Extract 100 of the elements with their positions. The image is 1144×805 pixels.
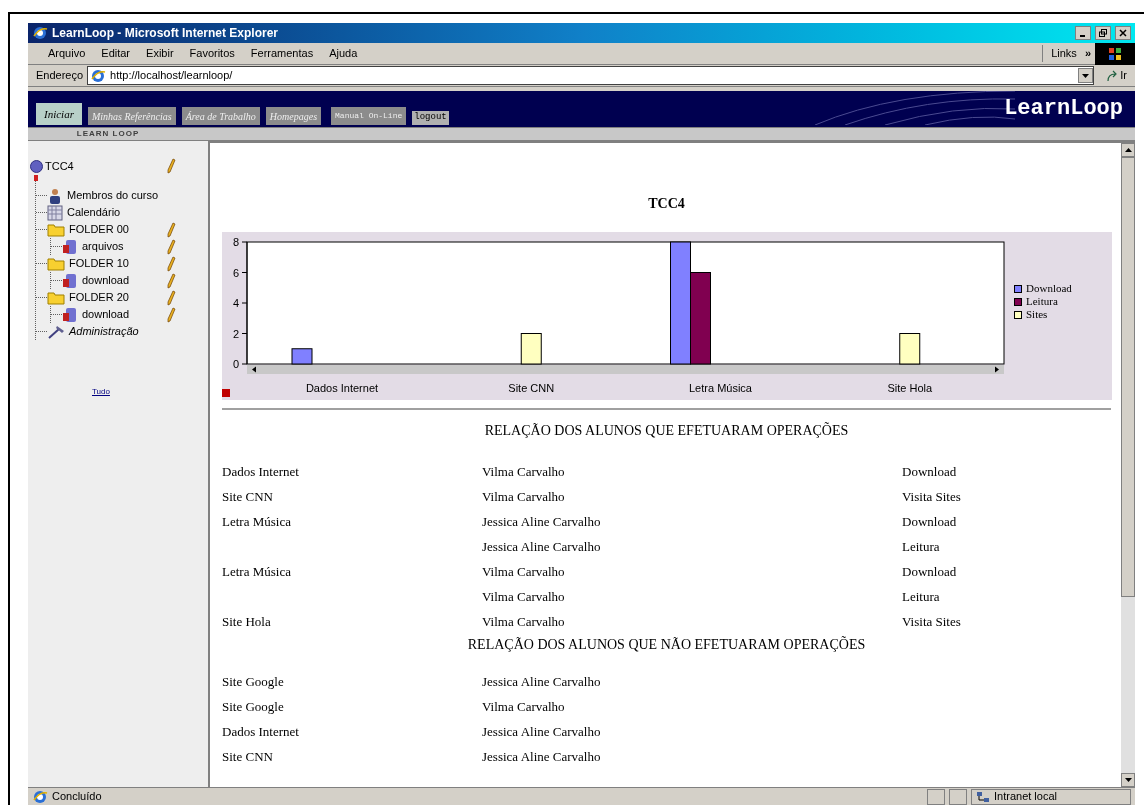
folder-icon <box>47 256 65 271</box>
table-cell-text: Vilma Carvalho <box>482 697 566 716</box>
browser-icon <box>32 25 48 41</box>
handle-icon <box>34 175 38 181</box>
nav-tab[interactable]: Iniciar <box>36 103 82 125</box>
pencil-icon[interactable] <box>166 238 176 255</box>
table-cell-text: Site Google <box>222 672 285 691</box>
pencil-icon[interactable] <box>166 158 176 174</box>
legend-label: Leitura <box>1026 294 1058 310</box>
table-cell-text: Site CNN <box>222 747 274 766</box>
nav-tab[interactable]: logout <box>412 111 449 125</box>
network-icon <box>976 790 990 803</box>
all-link[interactable]: Tudo <box>92 386 110 398</box>
table-cell-text: Letra Música <box>222 562 292 581</box>
brand-logo: LearnLoop <box>1004 94 1123 123</box>
report-title: TCC4 <box>647 195 686 213</box>
arrow-icon <box>1106 69 1119 82</box>
windows-logo <box>1095 42 1135 65</box>
table-cell-text: Download <box>902 562 957 581</box>
address-label: Endereço <box>36 68 84 84</box>
pencil-icon[interactable] <box>166 272 176 289</box>
book-icon <box>62 306 78 323</box>
go-button[interactable]: Ir <box>1098 65 1135 86</box>
book-icon <box>62 238 78 255</box>
table-cell-text: Download <box>902 512 957 531</box>
tree-root[interactable]: TCC4 <box>45 157 166 175</box>
menu-item[interactable]: Ajuda <box>321 45 366 62</box>
legend-label: Sites <box>1026 307 1048 323</box>
table-cell-text: Vilma Carvalho <box>482 587 566 606</box>
book-icon <box>62 272 78 289</box>
table-cell-text: Jessica Aline Carvalho <box>482 722 602 741</box>
tree-item[interactable]: arquivos <box>82 238 166 255</box>
minimize-icon[interactable] <box>1075 26 1091 40</box>
table-cell-text: Jessica Aline Carvalho <box>482 747 602 766</box>
pencil-icon[interactable] <box>166 306 176 323</box>
table-cell-text: Jessica Aline Carvalho <box>482 512 602 531</box>
tree-item[interactable]: Membros do curso <box>67 187 176 204</box>
course-icon <box>30 159 43 173</box>
y-tick-label: 6 <box>232 266 239 279</box>
status-text: Concluído <box>52 789 103 805</box>
tree-item[interactable]: FOLDER 00 <box>69 221 166 238</box>
pencil-icon[interactable] <box>166 289 176 306</box>
menu-item[interactable]: Ferramentas <box>242 45 322 62</box>
table-cell-text: Vilma Carvalho <box>482 487 566 506</box>
menu-item[interactable]: Favoritos <box>181 45 243 62</box>
table-cell-text: Jessica Aline Carvalho <box>482 537 602 556</box>
table-cell-text: Vilma Carvalho <box>482 562 566 581</box>
tree-item[interactable]: Calendário <box>67 204 176 221</box>
zone-text: Intranet local <box>994 789 1057 805</box>
tree-item[interactable]: FOLDER 10 <box>69 255 166 272</box>
y-tick-label: 4 <box>232 297 239 309</box>
table-cell-text: Site Hola <box>222 612 272 631</box>
tree-item[interactable]: Administração <box>69 323 176 340</box>
address-text: http://localhost/learnloop/ <box>110 68 234 84</box>
scroll-down-icon[interactable] <box>1124 778 1132 782</box>
category-label: Site CNN <box>508 382 555 394</box>
page-icon <box>32 788 48 805</box>
table-cell-text: Visita Sites <box>902 612 961 631</box>
table-cell-text: Dados Internet <box>222 462 300 481</box>
chevron-icon[interactable]: » <box>1084 45 1095 62</box>
menu-item[interactable]: Editar <box>93 45 139 62</box>
menu-item[interactable]: Arquivo <box>40 45 94 62</box>
y-tick-label: 2 <box>232 327 239 340</box>
table-cell-text: Download <box>902 462 957 481</box>
window-title: LearnLoop - Microsoft Internet Explorer <box>52 25 280 42</box>
y-axis: 0 2 4 6 8 <box>232 236 248 370</box>
table-cell-text: Vilma Carvalho <box>482 612 566 631</box>
tree-item[interactable]: download <box>82 272 166 289</box>
dropdown-button[interactable] <box>1078 68 1094 83</box>
scroll-up-icon[interactable] <box>1124 148 1132 152</box>
sidebar-title: LEARN LOOP <box>75 128 141 140</box>
section-heading: RELAÇÃO DOS ALUNOS QUE NÃO EFETUARAM OPERAÇÕES <box>466 635 867 654</box>
table-cell-text: Letra Música <box>222 512 292 531</box>
pencil-icon[interactable] <box>166 221 176 238</box>
category-label: Dados Internet <box>305 382 379 394</box>
table-cell-text: Leitura <box>902 587 940 606</box>
y-tick-label: 0 <box>232 358 239 370</box>
pencil-icon[interactable] <box>166 255 176 272</box>
table-cell-text: Vilma Carvalho <box>482 462 566 481</box>
table-cell-text: Jessica Aline Carvalho <box>482 672 602 691</box>
scroll-thumb[interactable] <box>1121 157 1135 597</box>
calendar-icon <box>47 204 63 221</box>
hammer-icon <box>47 324 65 339</box>
tree-item[interactable]: download <box>82 306 166 323</box>
legend-label: Download <box>1026 281 1072 297</box>
category-label: Site Hola <box>887 382 933 394</box>
close-icon[interactable] <box>1115 26 1131 40</box>
folder-icon <box>47 222 65 237</box>
folder-icon <box>47 290 65 305</box>
address-field[interactable]: http://localhost/learnloop/ <box>87 66 1095 85</box>
restore-icon[interactable] <box>1095 26 1111 40</box>
caret-icon <box>1082 73 1090 78</box>
table-cell-text: Visita Sites <box>902 487 961 506</box>
tree-item[interactable]: FOLDER 20 <box>69 289 166 306</box>
menu-item[interactable]: Exibir <box>138 45 182 62</box>
links-button[interactable]: Links <box>1042 45 1085 62</box>
person-icon <box>47 187 63 204</box>
table-cell-text: Dados Internet <box>222 722 300 741</box>
table-cell-text: Site CNN <box>222 487 274 506</box>
table-cell-text: Leitura <box>902 537 940 556</box>
